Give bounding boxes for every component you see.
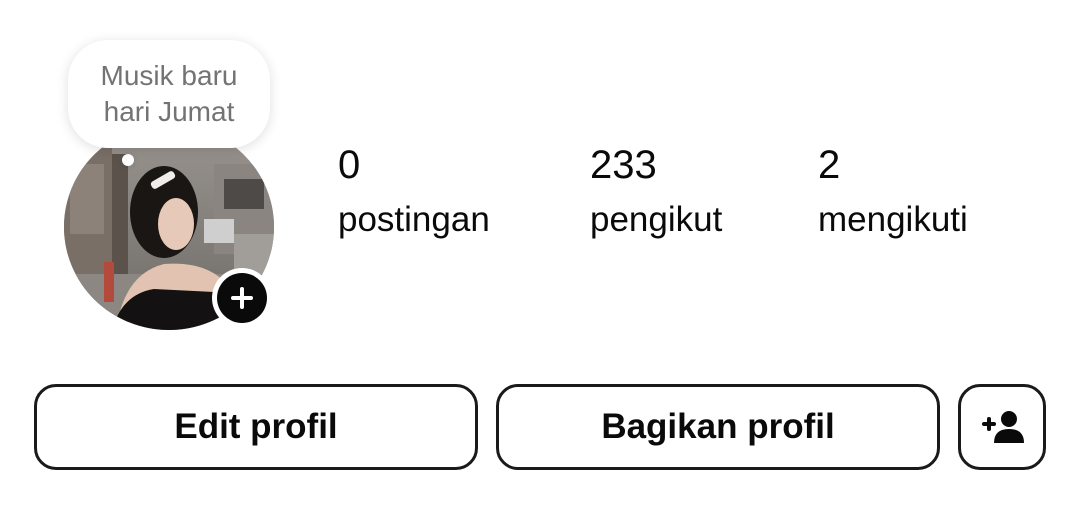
- edit-profile-button[interactable]: Edit profil: [34, 384, 478, 470]
- add-story-button[interactable]: [212, 268, 272, 328]
- note-line-2: hari Jumat: [103, 96, 235, 127]
- posts-label: postingan: [338, 200, 490, 239]
- note-bubble[interactable]: Musik baru hari Jumat: [68, 40, 270, 148]
- following-label: mengikuti: [818, 200, 968, 239]
- plus-icon: [231, 287, 253, 309]
- note-line-1: Musik baru: [100, 60, 238, 91]
- followers-label: pengikut: [590, 200, 723, 239]
- following-count: 2: [818, 143, 841, 187]
- share-profile-label: Bagikan profil: [601, 407, 835, 446]
- add-person-icon: [982, 411, 1024, 443]
- share-profile-button[interactable]: Bagikan profil: [496, 384, 940, 470]
- edit-profile-label: Edit profil: [174, 407, 338, 446]
- stat-followers[interactable]: 233 pengikut: [590, 140, 722, 242]
- stat-posts[interactable]: 0 postingan: [338, 140, 490, 242]
- discover-people-button[interactable]: [958, 384, 1046, 470]
- stat-following[interactable]: 2 mengikuti: [818, 140, 968, 242]
- posts-count: 0: [338, 143, 361, 187]
- note-bubble-tail: [122, 154, 134, 166]
- followers-count: 233: [590, 143, 657, 187]
